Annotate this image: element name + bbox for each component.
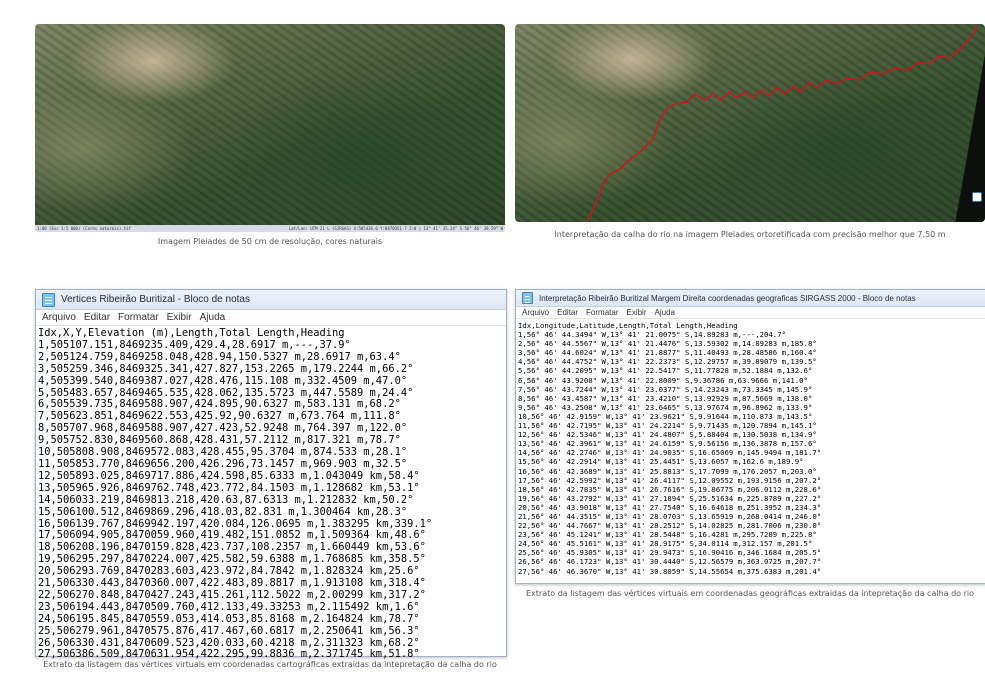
text-line: 20,56° 46' 43.9018" W,13° 41' 27.7540" S… [518, 502, 822, 512]
text-line: 3,56° 46' 44.6024" W,13° 41' 21.8877" S,… [518, 348, 817, 358]
menu-arquivo[interactable]: Arquivo [522, 308, 549, 317]
text-line: 15,56° 46' 42.2914" W,13° 41' 25.4451" S… [518, 457, 804, 467]
text-line: 12,505893.025,8469717.886,424.598,85.633… [38, 469, 420, 482]
window-title: Interpretação Ribeirão Buritizal Margem … [539, 293, 916, 303]
text-line: 25,506279.961,8470575.876,417.467,60.681… [38, 624, 420, 637]
text-line: 13,505965.926,8469762.748,423.772,84.150… [38, 481, 420, 494]
text-line: 25,56° 46' 45.9305" W,13° 41' 29.9473" S… [518, 548, 822, 558]
text-line: 24,506195.845,8470559.053,414.053,85.816… [38, 612, 420, 625]
text-line: 13,56° 46' 42.3961" W,13° 41' 24.6159" S… [518, 439, 817, 449]
text-line: 23,506194.443,8470509.760,412.133,49.332… [38, 600, 420, 613]
text-line: 12,56° 46' 42.5346" W,13° 41' 24.4807" S… [518, 430, 817, 440]
text-line: 23,56° 46' 45.1241" W,13° 41' 28.5448" S… [518, 530, 817, 540]
menu-editar[interactable]: Editar [557, 308, 578, 317]
text-line: 14,56° 46' 42.2746" W,13° 41' 24.9035" S… [518, 448, 822, 458]
text-line: 7,56° 46' 43.7244" W,13° 41' 23.0377" S,… [518, 384, 813, 394]
menu-formatar[interactable]: Formatar [586, 308, 618, 317]
notepad-icon [42, 292, 55, 307]
title-bar[interactable]: Vertices Ribeirão Buritizal - Bloco de n… [36, 290, 506, 310]
menu-ajuda[interactable]: Ajuda [655, 308, 675, 317]
text-line: 1,56° 46' 44.3494" W,13° 41' 21.0075" S,… [518, 330, 786, 340]
notepad-icon [522, 292, 533, 304]
text-line: 6,56° 46' 43.9208" W,13° 41' 22.8009" S,… [518, 375, 808, 385]
caption-image-right: Interpretação da calha do rio na imagem … [554, 230, 946, 239]
text-line: 21,56° 46' 44.3515" W,13° 41' 28.0703" S… [518, 511, 822, 521]
text-line: 27,56° 46' 46.3670" W,13° 41' 30.8059" S… [518, 566, 822, 576]
notepad-window-geographic[interactable]: Interpretação Ribeirão Buritizal Margem … [515, 289, 985, 584]
text-area[interactable]: Idx,X,Y,Elevation (m),Length,Total Lengt… [36, 326, 506, 661]
menu-bar: Arquivo Editar Formatar Exibir Ajuda [36, 310, 506, 326]
text-line: 11,56° 46' 42.7195" W,13° 41' 24.2214" S… [518, 421, 817, 431]
river-line [586, 25, 978, 222]
image-status-bar: 1:80 (Esc 1:5 000) (Cores naturais).tif … [35, 225, 505, 232]
menu-formatar[interactable]: Formatar [118, 312, 159, 323]
text-line: 18,56° 46' 42.7835" W,13° 41' 26.7616" S… [518, 484, 822, 494]
text-line: 4,56° 46' 44.4752" W,13° 41' 22.2373" S,… [518, 357, 817, 367]
text-line: 16,56° 46' 42.3689" W,13° 41' 25.8813" S… [518, 466, 817, 476]
text-line: 9,56° 46' 43.2508" W,13° 41' 23.6465" S,… [518, 402, 813, 412]
text-line: 10,56° 46' 42.9159" W,13° 41' 23.9621" S… [518, 411, 813, 421]
text-line: 8,56° 46' 43.4587" W,13° 41' 23.4210" S,… [518, 393, 813, 403]
menu-exibir[interactable]: Exibir [626, 308, 646, 317]
satellite-image-natural: 1:80 (Esc 1:5 000) (Cores naturais).tif … [35, 24, 505, 232]
text-line: 15,506100.512,8469869.296,418.03,82.831 … [38, 505, 408, 518]
text-line: 2,56° 46' 44.5567" W,13° 41' 21.4476" S,… [518, 339, 817, 349]
text-line: 4,505399.540,8469387.027,428.476,115.108… [38, 374, 408, 387]
text-line: 24,56° 46' 45.5161" W,13° 41' 28.9175" S… [518, 539, 813, 549]
text-line: 14,506033.219,8469813.218,420.63,87.6313… [38, 493, 414, 506]
menu-bar: Arquivo Editar Formatar Exibir Ajuda [516, 307, 985, 319]
text-line: 26,56° 46' 46.1723" W,13° 41' 30.4440" S… [518, 557, 822, 567]
image-status-right: Lat/Lon: UTM 21 L (SIRGAS) X:505436.6 Y:… [288, 226, 503, 231]
text-line: 17,56° 46' 42.5992" W,13° 41' 26.4117" S… [518, 475, 822, 485]
image-status-left: 1:80 (Esc 1:5 000) (Cores naturais).tif [37, 226, 131, 231]
text-line: 19,56° 46' 43.2792" W,13° 41' 27.1894" S… [518, 493, 822, 503]
text-area[interactable]: Idx,Longitude,Latitude,Length,Total Leng… [516, 319, 985, 576]
menu-editar[interactable]: Editar [84, 312, 110, 323]
notepad-window-cartographic[interactable]: Vertices Ribeirão Buritizal - Bloco de n… [35, 289, 507, 660]
menu-ajuda[interactable]: Ajuda [200, 312, 226, 323]
title-bar[interactable]: Interpretação Ribeirão Buritizal Margem … [516, 290, 985, 307]
satellite-image-river-interpretation [515, 24, 985, 222]
text-line: Idx,Longitude,Latitude,Length,Total Leng… [518, 321, 738, 330]
text-line: 5,56° 46' 44.2095" W,13° 41' 22.5417" S,… [518, 366, 813, 376]
menu-exibir[interactable]: Exibir [167, 312, 192, 323]
text-line: 22,56° 46' 44.7667" W,13° 41' 28.2512" S… [518, 521, 822, 531]
window-title: Vertices Ribeirão Buritizal - Bloco de n… [61, 294, 250, 305]
menu-arquivo[interactable]: Arquivo [42, 312, 76, 323]
caption-notepad-right: Extrato da listagem das vértices virtuai… [526, 589, 974, 598]
caption-image-left: Imagem Pleiades de 50 cm de resolução, c… [157, 237, 383, 246]
text-line: 3,505259.346,8469325.341,427.827,153.226… [38, 362, 414, 375]
caption-notepad-left: Extrato da listagem das vértices virtuai… [43, 660, 497, 669]
text-line: 2,505124.759,8469258.048,428.94,150.5327… [38, 350, 401, 363]
